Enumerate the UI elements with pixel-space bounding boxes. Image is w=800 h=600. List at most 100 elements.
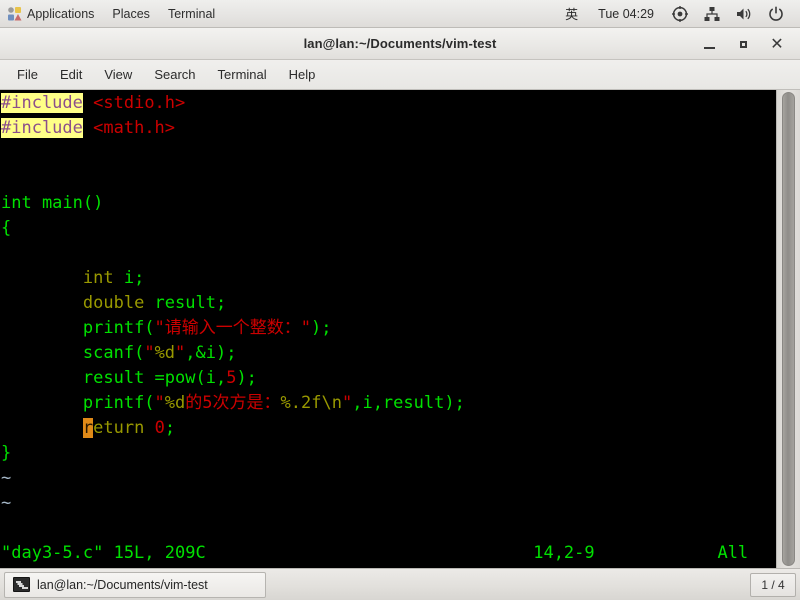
code-token: printf( bbox=[82, 318, 155, 338]
editor-line: { bbox=[0, 216, 776, 241]
editor-line: printf("请输入一个整数："); bbox=[0, 316, 776, 341]
code-token: int main() bbox=[1, 193, 104, 213]
power-icon[interactable] bbox=[760, 0, 792, 27]
code-token: int bbox=[82, 268, 114, 288]
minimize-button[interactable] bbox=[692, 28, 726, 60]
input-method-indicator[interactable]: 英 bbox=[555, 0, 588, 27]
code-token: <math.h> bbox=[93, 118, 176, 138]
window-titlebar[interactable]: lan@lan:~/Documents/vim-test ✕ bbox=[0, 28, 800, 60]
window-title: lan@lan:~/Documents/vim-test bbox=[303, 36, 497, 51]
code-token: " bbox=[154, 393, 165, 413]
code-token: i; bbox=[113, 268, 145, 288]
code-token: " bbox=[175, 343, 186, 363]
editor-line: #include <stdio.h> bbox=[0, 91, 776, 116]
window-controls: ✕ bbox=[692, 28, 794, 60]
volume-icon[interactable] bbox=[728, 0, 760, 27]
code-token: " bbox=[341, 393, 353, 413]
code-token: %d bbox=[164, 393, 186, 413]
code-token: ); bbox=[236, 368, 257, 388]
places-menu-label: Places bbox=[112, 6, 150, 21]
status-file-info: "day3-5.c" 15L, 209C bbox=[1, 543, 534, 563]
code-token: #include bbox=[1, 118, 83, 138]
top-panel-menus: Applications Places Terminal bbox=[0, 0, 224, 27]
editor-line: } bbox=[0, 441, 776, 466]
menu-terminal[interactable]: Terminal bbox=[207, 60, 278, 90]
workspace-switcher[interactable]: 1 / 4 bbox=[750, 572, 796, 597]
status-scroll-indicator: All bbox=[717, 543, 749, 563]
code-token: ); bbox=[311, 318, 332, 338]
code-token: "请输入一个整数：" bbox=[154, 318, 312, 338]
code-token: ~ bbox=[1, 468, 12, 488]
status-cursor-position: 14,2-9 bbox=[533, 543, 718, 563]
code-token: eturn bbox=[93, 418, 145, 438]
code-token: ,&i); bbox=[185, 343, 237, 363]
code-token: %.2f bbox=[280, 393, 322, 413]
top-panel: Applications Places Terminal 英 Tue 04:29 bbox=[0, 0, 800, 28]
close-button[interactable]: ✕ bbox=[760, 28, 794, 60]
taskbar-window-label: lan@lan:~/Documents/vim-test bbox=[37, 577, 208, 592]
vertical-scrollbar[interactable] bbox=[776, 90, 800, 568]
code-token: { bbox=[1, 218, 12, 238]
applications-menu-label: Applications bbox=[27, 6, 95, 21]
terminal-menu[interactable]: Terminal bbox=[159, 0, 224, 27]
menu-file[interactable]: File bbox=[6, 60, 49, 90]
bottom-panel: lan@lan:~/Documents/vim-test 1 / 4 bbox=[0, 568, 800, 600]
network-icon[interactable] bbox=[696, 0, 728, 27]
close-icon: ✕ bbox=[770, 34, 784, 53]
menu-view[interactable]: View bbox=[93, 60, 143, 90]
applications-menu[interactable]: Applications bbox=[0, 0, 103, 27]
minimize-icon bbox=[703, 46, 715, 49]
menu-help-label: Help bbox=[288, 66, 316, 82]
desktop: Applications Places Terminal 英 Tue 04:29 bbox=[0, 0, 800, 600]
code-token: #include bbox=[1, 93, 83, 113]
menu-edit-label: Edit bbox=[59, 66, 83, 82]
code-token: <stdio.h> bbox=[93, 93, 186, 113]
input-method-label: 英 bbox=[565, 8, 579, 23]
terminal-menu-label: Terminal bbox=[167, 6, 216, 21]
code-token: printf( bbox=[82, 393, 155, 413]
code-token: %d bbox=[154, 343, 176, 363]
menu-help[interactable]: Help bbox=[278, 60, 327, 90]
taskbar-window-button[interactable]: lan@lan:~/Documents/vim-test bbox=[4, 571, 266, 598]
editor-line: double result; bbox=[0, 291, 776, 316]
code-token: \n bbox=[321, 393, 342, 413]
menu-edit[interactable]: Edit bbox=[49, 60, 93, 90]
menu-search[interactable]: Search bbox=[143, 60, 206, 90]
code-token: 0 bbox=[154, 418, 165, 438]
target-icon[interactable] bbox=[664, 0, 696, 27]
editor-line: int main() bbox=[0, 191, 776, 216]
code-token: ,i,result); bbox=[352, 393, 465, 413]
code-token: scanf( bbox=[82, 343, 145, 363]
editor-line: ~ bbox=[0, 491, 776, 516]
text-cursor: r bbox=[82, 418, 94, 438]
code-token: 5 bbox=[226, 368, 237, 388]
menubar: File Edit View Search Terminal Help bbox=[0, 60, 800, 90]
maximize-button[interactable] bbox=[726, 28, 760, 60]
maximize-icon bbox=[739, 40, 747, 48]
terminal-body[interactable]: #include <stdio.h> #include <math.h> int … bbox=[0, 90, 800, 568]
code-token: ~ bbox=[1, 493, 12, 513]
editor-line: result =pow(i,5); bbox=[0, 366, 776, 391]
editor-line: printf("%d的5次方是：%.2f\n",i,result); bbox=[0, 391, 776, 416]
editor-line: ~ bbox=[0, 466, 776, 491]
editor-line: #include <math.h> bbox=[0, 116, 776, 141]
code-token: double bbox=[82, 293, 145, 313]
vim-editor-screen[interactable]: #include <stdio.h> #include <math.h> int … bbox=[0, 90, 776, 568]
editor-line: scanf("%d",&i); bbox=[0, 341, 776, 366]
workspace-label: 1 / 4 bbox=[761, 577, 785, 592]
terminal-window: lan@lan:~/Documents/vim-test ✕ File Edit… bbox=[0, 28, 800, 568]
scrollbar-thumb[interactable] bbox=[782, 92, 795, 566]
clock[interactable]: Tue 04:29 bbox=[588, 0, 664, 27]
code-token: " bbox=[144, 343, 155, 363]
places-menu[interactable]: Places bbox=[103, 0, 159, 27]
menu-terminal-label: Terminal bbox=[217, 66, 267, 82]
